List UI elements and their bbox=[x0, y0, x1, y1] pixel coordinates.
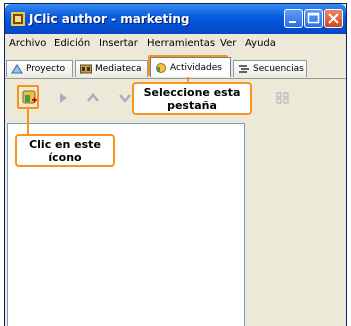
tab-label: Actividades bbox=[170, 63, 222, 73]
minimize-button[interactable] bbox=[284, 9, 303, 28]
move-down-icon[interactable] bbox=[117, 90, 133, 106]
menu-ver[interactable]: Ver bbox=[220, 38, 236, 49]
window-title: JClic author - marketing bbox=[29, 12, 190, 26]
menu-archivo[interactable]: Archivo bbox=[9, 38, 46, 49]
icon-callout-connector bbox=[27, 109, 29, 134]
icon-callout: Clic en este ícono bbox=[15, 134, 115, 167]
menu-edicion[interactable]: Edición bbox=[54, 38, 90, 49]
move-up-icon[interactable] bbox=[85, 90, 101, 106]
tab-label: Secuencias bbox=[253, 64, 304, 74]
sequences-icon bbox=[239, 65, 249, 73]
tab-proyecto[interactable]: Proyecto bbox=[6, 60, 73, 77]
tab-callout: Seleccione esta pestaña bbox=[132, 82, 252, 115]
tab-actividades[interactable]: Actividades bbox=[150, 57, 231, 77]
grid-icon[interactable] bbox=[275, 90, 291, 106]
media-library-icon bbox=[80, 64, 92, 74]
menu-ayuda[interactable]: Ayuda bbox=[245, 38, 276, 49]
minimize-icon bbox=[289, 21, 296, 23]
play-icon[interactable] bbox=[55, 90, 71, 106]
title-bar[interactable]: JClic author - marketing bbox=[5, 4, 346, 34]
close-button[interactable] bbox=[324, 9, 343, 28]
tab-label: Proyecto bbox=[26, 64, 66, 74]
menu-bar: Archivo Edición Insertar Herramientas Ve… bbox=[5, 35, 346, 53]
jclic-app-icon bbox=[11, 12, 25, 26]
menu-insertar[interactable]: Insertar bbox=[99, 38, 138, 49]
tab-secuencias[interactable]: Secuencias bbox=[233, 60, 307, 77]
activity-editor-panel bbox=[249, 123, 346, 326]
tab-bar: Proyecto Mediateca Actividades Secuencia… bbox=[5, 57, 346, 78]
close-icon bbox=[328, 13, 339, 24]
project-icon bbox=[11, 64, 23, 74]
tab-label: Mediateca bbox=[95, 64, 142, 74]
tab-mediateca[interactable]: Mediateca bbox=[75, 60, 148, 77]
icon-highlight bbox=[17, 85, 39, 109]
maximize-icon bbox=[307, 12, 320, 24]
activities-icon bbox=[156, 63, 166, 73]
maximize-button[interactable] bbox=[304, 9, 323, 28]
menu-herramientas[interactable]: Herramientas bbox=[147, 38, 215, 49]
